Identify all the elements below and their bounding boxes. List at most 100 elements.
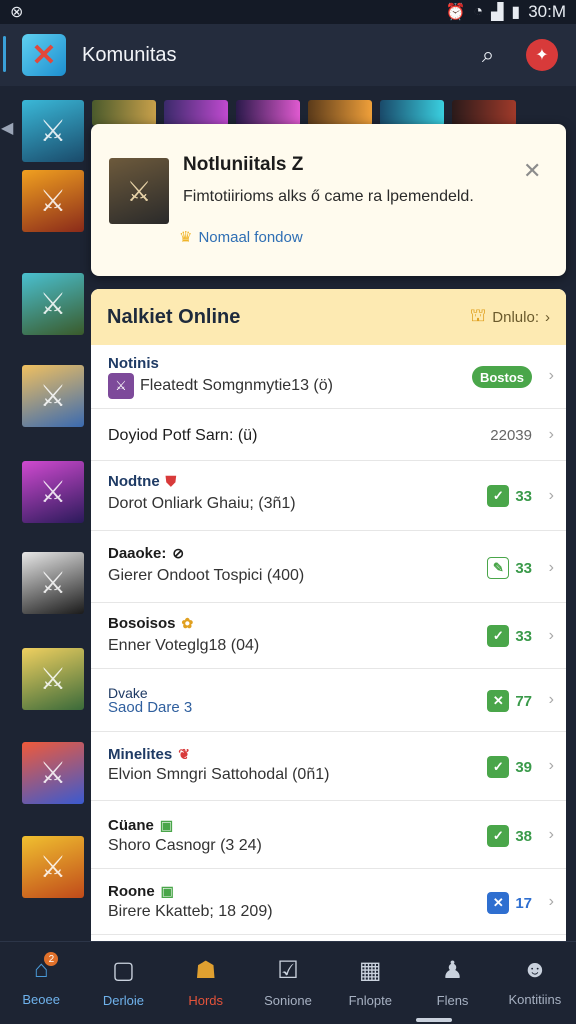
row-count: 22039 xyxy=(490,427,532,444)
online-icon: ▣ xyxy=(160,883,174,899)
game-thumbnail[interactable]: ⚔ xyxy=(22,461,84,523)
gift-icon: ⛫ xyxy=(469,305,487,325)
nav-item-tasks[interactable]: ☑ Sonione xyxy=(248,956,328,1008)
row-title: Daaoke: ⊘ xyxy=(108,545,185,562)
row-count: ✓ 39 xyxy=(487,756,532,778)
game-character-icon: ☗ xyxy=(194,957,217,984)
nav-item-heroes[interactable]: ☗ Hords xyxy=(166,956,246,1008)
app-bar-edge xyxy=(3,36,6,72)
close-icon[interactable]: ✕ xyxy=(523,158,541,184)
row-count: ✓ 38 xyxy=(487,825,532,847)
check-icon: ✓ xyxy=(487,625,510,647)
row-title: Bosoisos ✿ xyxy=(108,615,194,632)
game-icon: ⚔ xyxy=(108,373,134,399)
nav-item-friends[interactable]: ♟ Flens xyxy=(413,956,493,1008)
nav-label: Kontitiins xyxy=(508,992,562,1007)
alarm-icon: ⏰ xyxy=(445,4,466,21)
row-count: ✓ 33 xyxy=(487,485,532,507)
row-title: Cüane ▣ xyxy=(108,817,174,834)
game-thumbnail[interactable]: ⚔ xyxy=(22,836,84,898)
home-indicator xyxy=(416,1018,452,1022)
game-thumbnail[interactable]: ⚔ xyxy=(22,648,84,710)
bottom-navigation: ⌂ 2 Beoee ▢ Derloie ☗ Hords ☑ Sonione ▦ F… xyxy=(0,941,576,1024)
search-icon: ⌕ xyxy=(481,42,495,67)
notification-thumbnail: ⚔ xyxy=(109,158,169,224)
list-item[interactable]: Doyiod Potf Sarn: (ü) 22039 › xyxy=(91,409,566,461)
status-time: 30:M xyxy=(528,2,566,21)
notification-badge: 2 xyxy=(44,952,59,966)
chevron-right-icon: › xyxy=(548,893,554,910)
crossed-swords-icon[interactable]: ✕ xyxy=(22,34,66,76)
chevron-left-icon[interactable]: ◀ xyxy=(1,118,13,138)
list-item[interactable]: Dvake Saod Dare 3 ✕ 77 › xyxy=(91,669,566,732)
strip-thumbnail[interactable] xyxy=(308,100,372,126)
app-notification-icon: ⊗ xyxy=(10,4,24,21)
game-thumbnail[interactable]: ⚔ xyxy=(22,170,84,232)
close-icon: ✕ xyxy=(487,892,510,914)
panel-action-button[interactable]: ⛫ Dnlulo: › xyxy=(470,305,550,329)
settings-icon: ⊘ xyxy=(172,545,185,561)
list-item[interactable]: Roone ▣ Birere Kkatteb; 18 209) ✕ 17 › xyxy=(91,869,566,935)
list-item[interactable]: Daaoke: ⊘ Gierer Ondoot Tospici (400) ✎ 33… xyxy=(91,531,566,603)
row-count: ✕ 17 xyxy=(487,892,532,914)
row-title: Roone ▣ xyxy=(108,883,174,900)
check-icon: ✓ xyxy=(487,485,510,507)
chevron-right-icon: › xyxy=(548,559,554,576)
chevron-right-icon: › xyxy=(548,367,554,384)
notification-icon: ✦ xyxy=(526,39,558,71)
check-icon: ✕ xyxy=(487,690,510,712)
list-item[interactable]: Minelites ❦ Elvion Smngri Sattohodal (0ñ1… xyxy=(91,732,566,801)
game-thumbnail[interactable]: ⚔ xyxy=(22,742,84,804)
chevron-right-icon: › xyxy=(548,757,554,774)
checkbox-icon: ☑ xyxy=(277,957,299,984)
notification-link[interactable]: ♛ Nomaal fondow xyxy=(179,228,303,247)
strip-thumbnail[interactable] xyxy=(92,100,156,126)
panel-header: Nalkiet Online ⛫ Dnlulo: › xyxy=(91,289,566,345)
notification-title: Notluniitals Z xyxy=(183,154,304,175)
row-text: Saod Dare 3 xyxy=(108,699,193,716)
game-thumbnail[interactable]: ⚔ xyxy=(22,100,84,162)
row-text: Gierer Ondoot Tospici (400) xyxy=(108,567,305,584)
top-thumbnail-strip xyxy=(92,100,516,126)
nav-item-events[interactable]: ▦ Fnlopte xyxy=(330,956,410,1008)
document-icon: ▢ xyxy=(112,957,135,984)
row-text: Birere Kkatteb; 18 209) xyxy=(108,903,273,920)
list-item[interactable]: Nodtne ⛊ Dorot Onliark Ghaiu; (3ñ1) ✓ 33 › xyxy=(91,461,566,531)
chevron-right-icon: › xyxy=(548,826,554,843)
home-icon: ⌂ 2 xyxy=(34,952,59,984)
status-badge: Bostos xyxy=(471,366,532,388)
list-item[interactable]: Notinis ⚔ Fleatedt Somgnmytie13 (ö) Bosto… xyxy=(91,345,566,409)
page-title: Komunitas xyxy=(82,43,177,66)
notification-button[interactable]: ✦ xyxy=(522,35,562,75)
strip-thumbnail[interactable] xyxy=(164,100,228,126)
row-count: ✓ 33 xyxy=(487,625,532,647)
row-text: Dorot Onliark Ghaiu; (3ñ1) xyxy=(108,495,296,512)
battery-icon: ▮ xyxy=(511,4,521,21)
list-item[interactable]: Cüane ▣ Shoro Casnogr (3 24) ✓ 38 › xyxy=(91,801,566,869)
paw-icon: ❦ xyxy=(178,746,190,762)
strip-thumbnail[interactable] xyxy=(380,100,444,126)
row-text: Enner Voteglg18 (04) xyxy=(108,637,260,654)
strip-thumbnail[interactable] xyxy=(452,100,516,126)
notification-card[interactable]: ⚔ Notluniitals Z ✕ Fimtotiirioms alks ő … xyxy=(91,124,566,276)
check-icon: ✓ xyxy=(487,825,510,847)
person-icon: ♟ xyxy=(441,957,464,984)
nav-label: Beoee xyxy=(22,992,60,1007)
nav-label: Fnlopte xyxy=(348,993,392,1008)
row-title: Minelites ❦ xyxy=(108,746,190,763)
shield-icon: ⛊ xyxy=(165,473,177,489)
nav-item-home[interactable]: ⌂ 2 Beoee xyxy=(1,952,81,1007)
game-thumbnail[interactable]: ⚔ xyxy=(22,365,84,427)
game-thumbnail[interactable]: ⚔ xyxy=(22,552,84,614)
app-bar: ✕ Komunitas ⌕ ✦ xyxy=(0,24,576,86)
nav-item-documents[interactable]: ▢ Derloie xyxy=(83,956,163,1008)
edit-icon: ✎ xyxy=(487,557,510,579)
list-item[interactable]: Bosoisos ✿ Enner Voteglg18 (04) ✓ 33 › xyxy=(91,603,566,669)
strip-thumbnail[interactable] xyxy=(236,100,300,126)
online-panel: Nalkiet Online ⛫ Dnlulo: › Notinis ⚔ Flea… xyxy=(91,289,566,941)
nav-item-community[interactable]: ☻ Kontitiins xyxy=(495,956,575,1007)
game-thumbnail[interactable]: ⚔ xyxy=(22,273,84,335)
nav-label: Flens xyxy=(436,993,469,1008)
search-button[interactable]: ⌕ xyxy=(468,35,508,75)
community-icon: ☻ xyxy=(522,956,548,983)
